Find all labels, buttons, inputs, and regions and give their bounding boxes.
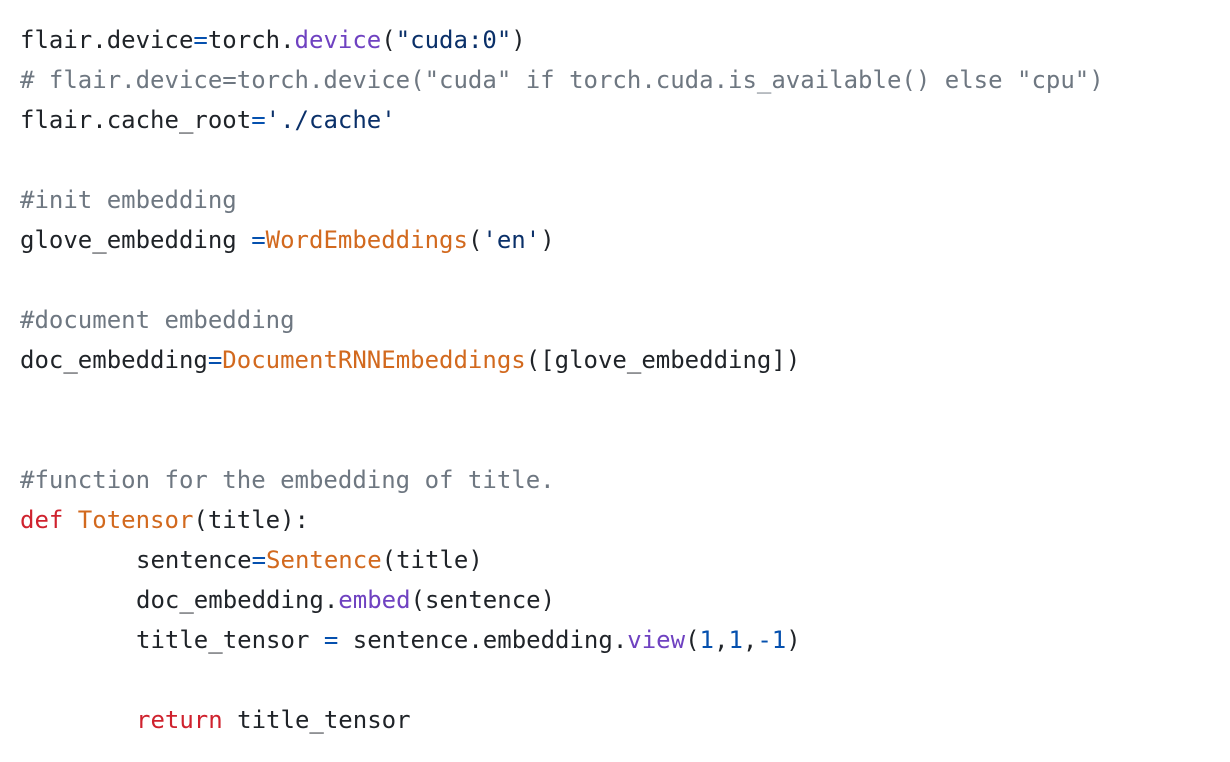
code-token-plain: ) xyxy=(540,226,555,254)
code-token-comment: #document embedding xyxy=(20,306,295,334)
code-token-plain: (title): xyxy=(193,506,309,534)
code-token-operator: = xyxy=(251,546,267,574)
code-token-comment: # flair.device=torch.device("cuda" if to… xyxy=(20,66,1104,94)
code-line: flair.device=torch.device("cuda:0") xyxy=(20,20,1230,60)
code-line: sentence=Sentence(title) xyxy=(20,540,1230,580)
code-line: #document embedding xyxy=(20,300,1230,340)
code-token-plain: flair.device xyxy=(20,26,194,54)
code-line: #function for the embedding of title. xyxy=(20,460,1230,500)
code-token-comment: #function for the embedding of title. xyxy=(20,466,555,494)
code-token-comment: #init embedding xyxy=(20,186,237,214)
code-line: flair.cache_root='./cache' xyxy=(20,100,1230,140)
code-token-string: "cuda:0" xyxy=(395,26,512,54)
code-token-keyword: return xyxy=(136,706,223,734)
code-token-func: Totensor xyxy=(77,506,194,534)
code-token-plain: (sentence) xyxy=(410,586,556,614)
code-token-operator: = xyxy=(207,346,223,374)
code-token-method: device xyxy=(294,26,382,54)
code-token-plain: (title) xyxy=(381,546,483,574)
code-token-plain: ([glove_embedding]) xyxy=(525,346,801,374)
code-token-plain: ) xyxy=(511,26,526,54)
code-token-func: WordEmbeddings xyxy=(265,226,468,254)
code-token-method: embed xyxy=(338,586,411,614)
code-token-keyword: def xyxy=(20,506,78,534)
code-token-number: -1 xyxy=(757,626,787,654)
code-token-operator: = xyxy=(193,26,208,54)
code-token-plain: , xyxy=(713,626,729,654)
code-token-operator: = xyxy=(251,226,266,254)
code-token-plain: ) xyxy=(786,626,801,654)
code-token-plain: ( xyxy=(381,26,396,54)
code-line: doc_embedding.embed(sentence) xyxy=(20,580,1230,620)
code-line: # flair.device=torch.device("cuda" if to… xyxy=(20,60,1230,100)
code-token-plain: doc_embedding xyxy=(20,346,208,374)
code-token-plain: ( xyxy=(467,226,483,254)
code-token-plain: ( xyxy=(685,626,700,654)
code-token-operator: = xyxy=(251,106,266,134)
code-token-operator: = xyxy=(323,626,339,654)
code-block: flair.device=torch.device("cuda:0") # fla… xyxy=(0,0,1230,762)
code-line: glove_embedding =WordEmbeddings('en') xyxy=(20,220,1230,260)
code-line: doc_embedding=DocumentRNNEmbeddings([glo… xyxy=(20,340,1230,380)
code-token-plain: title_tensor xyxy=(136,626,324,654)
code-line: def Totensor(title): xyxy=(20,500,1230,540)
code-token-func: Sentence xyxy=(266,546,382,574)
code-token-plain: sentence.embedding. xyxy=(338,626,628,654)
code-token-method: view xyxy=(627,626,686,654)
code-token-string: './cache' xyxy=(265,106,396,134)
code-token-plain: , xyxy=(742,626,758,654)
code-token-plain: glove_embedding xyxy=(20,226,252,254)
code-token-func: DocumentRNNEmbeddings xyxy=(222,346,526,374)
code-token-number: 1 xyxy=(728,626,743,654)
code-token-plain: title_tensor xyxy=(222,706,411,734)
code-token-plain: torch. xyxy=(207,26,295,54)
code-line: return title_tensor xyxy=(20,700,1230,740)
code-token-number: 1 xyxy=(699,626,714,654)
code-line: title_tensor = sentence.embedding.view(1… xyxy=(20,620,1230,660)
code-token-string: 'en' xyxy=(482,226,541,254)
code-token-plain: doc_embedding. xyxy=(136,586,339,614)
code-token-plain: sentence xyxy=(136,546,252,574)
code-line: #init embedding xyxy=(20,180,1230,220)
code-token-plain: flair.cache_root xyxy=(20,106,252,134)
